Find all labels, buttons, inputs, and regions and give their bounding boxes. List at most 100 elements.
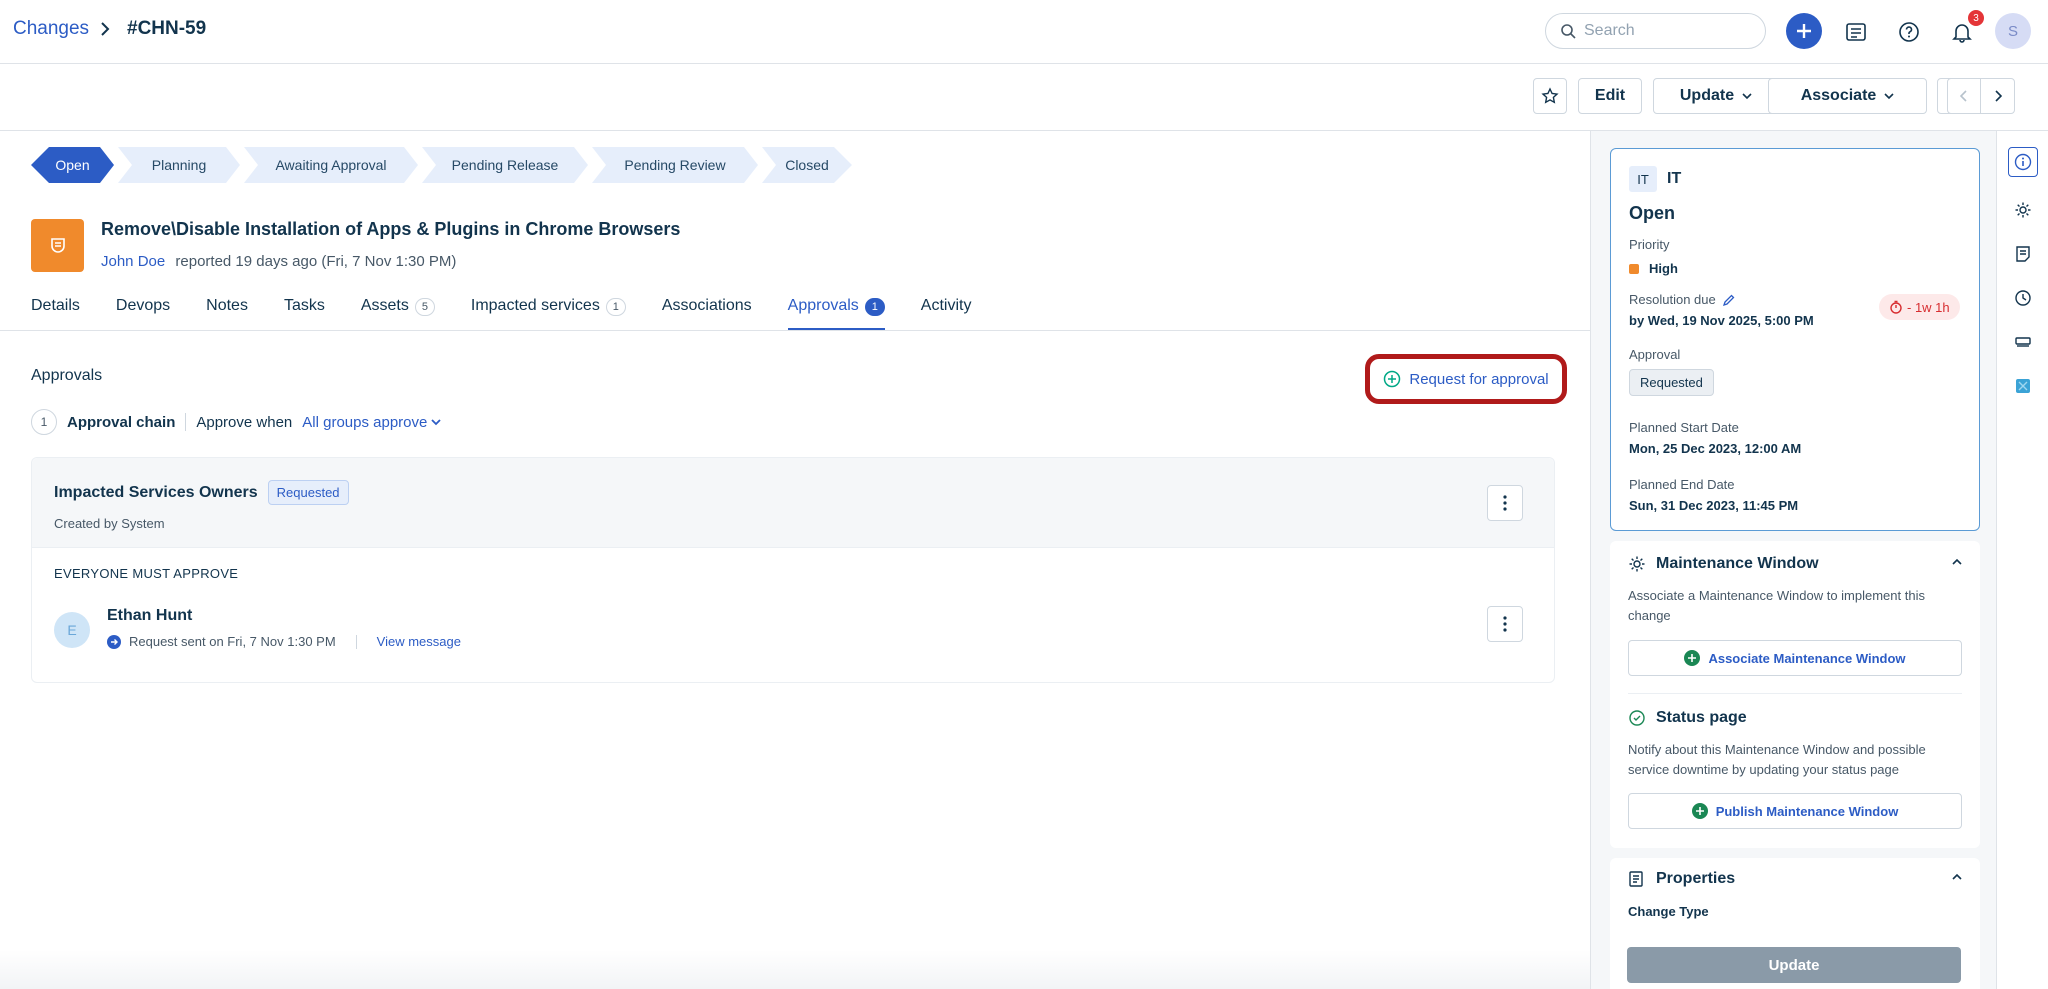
chevron-up-icon xyxy=(1952,873,1962,880)
reported-text: reported 19 days ago (Fri, 7 Nov 1:30 PM… xyxy=(175,253,457,270)
tab-devops[interactable]: Devops xyxy=(116,297,170,331)
approval-chain-row: 1 Approval chain Approve when All groups… xyxy=(31,409,441,435)
tab-notes[interactable]: Notes xyxy=(206,297,248,331)
tab-details[interactable]: Details xyxy=(31,297,80,331)
approver-name: Ethan Hunt xyxy=(107,607,193,624)
info-icon xyxy=(2014,153,2032,171)
maintenance-desc: Associate a Maintenance Window to implem… xyxy=(1628,588,1925,623)
maintenance-card: Maintenance Window Associate a Maintenan… xyxy=(1610,541,1980,848)
sent-arrow-icon xyxy=(107,634,121,649)
approve-when-label: Approve when xyxy=(196,413,293,431)
tab-label: Tasks xyxy=(283,297,325,314)
collapse-properties-button[interactable] xyxy=(1951,872,1963,882)
tab-count: 5 xyxy=(414,298,435,316)
user-avatar[interactable]: S xyxy=(1995,13,2031,49)
stage-pending-release[interactable]: Pending Release xyxy=(422,147,588,183)
workspace-chip: IT xyxy=(1629,166,1657,192)
view-message-link[interactable]: View message xyxy=(377,634,461,649)
search-input[interactable] xyxy=(1584,22,1754,40)
info-tab-button[interactable] xyxy=(2008,147,2038,177)
publish-mw-label: Publish Maintenance Window xyxy=(1715,803,1899,819)
chain-number: 1 xyxy=(31,409,57,435)
new-item-button[interactable] xyxy=(1786,13,1822,49)
stage-pending-review[interactable]: Pending Review xyxy=(592,147,758,183)
tab-associations[interactable]: Associations xyxy=(662,297,752,331)
divider xyxy=(1628,693,1962,694)
status-pipeline: Open Planning Awaiting Approval Pending … xyxy=(31,147,856,183)
notification-count-badge: 3 xyxy=(1968,10,1984,26)
tab-label: Notes xyxy=(206,297,248,314)
edit-button[interactable]: Edit xyxy=(1578,78,1642,114)
associate-dropdown-button[interactable]: Associate xyxy=(1768,78,1927,114)
update-properties-button[interactable]: Update xyxy=(1627,947,1961,983)
resolution-label: Resolution due xyxy=(1629,292,1716,307)
tab-activity[interactable]: Activity xyxy=(921,297,972,331)
approver-avatar: E xyxy=(54,612,90,648)
publish-maintenance-window-button[interactable]: Publish Maintenance Window xyxy=(1628,793,1962,829)
approve-when-value: All groups approve xyxy=(302,413,428,431)
chevron-down-icon xyxy=(431,419,441,426)
status-page-icon xyxy=(1629,710,1645,726)
settings-tab-button[interactable] xyxy=(2008,195,2038,225)
shield-icon xyxy=(50,237,65,253)
approval-group-header: Impacted Services Owners Requested Creat… xyxy=(32,458,1554,548)
associate-maintenance-window-button[interactable]: Associate Maintenance Window xyxy=(1628,640,1962,676)
tab-tasks[interactable]: Tasks xyxy=(284,297,325,331)
next-record-button[interactable] xyxy=(1981,79,2014,113)
stage-closed[interactable]: Closed xyxy=(762,147,852,183)
integration-app-button[interactable] xyxy=(2008,371,2038,401)
chevron-down-icon xyxy=(1884,93,1894,100)
request-for-approval-button[interactable]: Request for approval xyxy=(1365,354,1567,404)
tab-impacted-services[interactable]: Impacted services 1 xyxy=(471,297,626,331)
bell-icon xyxy=(1952,24,1972,43)
breadcrumb-current: #CHN-59 xyxy=(127,18,207,39)
priority-color-dot xyxy=(1629,263,1639,274)
apps-button[interactable] xyxy=(1838,14,1874,50)
priority-label: Priority xyxy=(1629,237,1670,252)
status-page-desc: Notify about this Maintenance Window and… xyxy=(1628,742,1926,777)
associate-label: Associate xyxy=(1800,87,1877,104)
main-content: Open Planning Awaiting Approval Pending … xyxy=(0,131,1590,989)
group-actions-button[interactable] xyxy=(1487,485,1523,521)
search-box[interactable] xyxy=(1545,13,1766,49)
gear-icon xyxy=(2015,202,2031,218)
previous-record-button[interactable] xyxy=(1948,79,1982,113)
approval-rule: EVERYONE MUST APPROVE xyxy=(54,566,239,581)
search-icon xyxy=(1560,23,1576,39)
approver-actions-button[interactable] xyxy=(1487,606,1523,642)
stage-awaiting-approval[interactable]: Awaiting Approval xyxy=(244,147,418,183)
help-button[interactable] xyxy=(1891,14,1927,50)
approval-status-pill: Requested xyxy=(1629,369,1714,396)
approve-when-dropdown[interactable]: All groups approve xyxy=(302,414,441,431)
app-integration-icon xyxy=(2016,379,2030,393)
notes-tab-button[interactable] xyxy=(2008,239,2038,269)
tab-label: Devops xyxy=(115,297,171,314)
timer-icon xyxy=(1890,300,1902,314)
gear-icon xyxy=(1629,556,1645,572)
tab-approvals[interactable]: Approvals 1 xyxy=(787,297,885,331)
properties-icon xyxy=(1629,871,1643,887)
reporter-link[interactable]: John Doe xyxy=(101,253,165,270)
cards-tab-button[interactable] xyxy=(2008,327,2038,357)
properties-title-row: Properties xyxy=(1628,870,1735,888)
maintenance-title-row: Maintenance Window xyxy=(1628,555,1819,573)
collapse-maintenance-button[interactable] xyxy=(1951,557,1963,567)
stage-planning[interactable]: Planning xyxy=(118,147,240,183)
favorite-button[interactable] xyxy=(1533,78,1567,114)
update-dropdown-button[interactable]: Update xyxy=(1653,78,1779,114)
tab-label: Approvals xyxy=(787,297,859,314)
tab-count: 1 xyxy=(864,298,885,316)
breadcrumb-changes-link[interactable]: Changes xyxy=(13,18,89,40)
tab-bar: Details Devops Notes Tasks Assets 5 Impac… xyxy=(31,297,1007,331)
workspace-name: IT xyxy=(1667,170,1682,187)
update-label: Update xyxy=(1679,87,1735,104)
history-tab-button[interactable] xyxy=(2008,283,2038,313)
tab-assets[interactable]: Assets 5 xyxy=(361,297,435,331)
plus-icon xyxy=(1797,24,1811,38)
chevron-left-icon xyxy=(1960,90,1967,102)
approvals-heading: Approvals xyxy=(31,367,103,384)
stage-open[interactable]: Open xyxy=(31,147,114,183)
resolution-label-row: Resolution due xyxy=(1629,292,1736,307)
status-badge: Requested xyxy=(267,480,349,505)
group-name: Impacted Services Owners xyxy=(54,483,258,501)
